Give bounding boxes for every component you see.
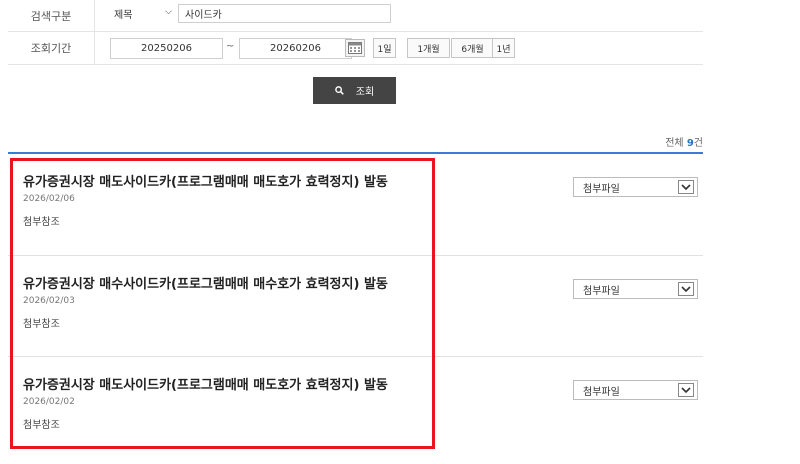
calendar-button[interactable] <box>345 39 365 57</box>
list-item: 유가증권시장 매수사이드카(프로그램매매 매수호가 효력정지) 발동 2026/… <box>8 256 703 357</box>
search-button[interactable]: 조회 <box>313 77 396 104</box>
attachment-select[interactable]: 첨부파일 <box>573 177 698 197</box>
period-1month-button[interactable]: 1개월 <box>407 38 450 58</box>
chevron-down-icon: ⌵ <box>165 7 172 17</box>
search-icon <box>334 86 344 95</box>
item-note: 첨부참조 <box>23 319 60 330</box>
period-1year-button[interactable]: 1년 <box>492 38 515 58</box>
item-title[interactable]: 유가증권시장 매도사이드카(프로그램매매 매도호가 효력정지) 발동 <box>23 171 388 190</box>
search-field-value: 제목 <box>114 10 133 21</box>
total-count: 전체 9건 <box>665 134 703 149</box>
attachment-label: 첨부파일 <box>583 386 620 398</box>
search-type-row: 검색구분 제목 ⌵ 사이드카 <box>8 0 703 32</box>
list-item: 유가증권시장 매도사이드카(프로그램매매 매도호가 효력정지) 발동 2026/… <box>8 357 703 453</box>
search-type-label: 검색구분 <box>8 0 95 31</box>
date-separator: ~ <box>226 41 235 52</box>
item-date: 2026/02/06 <box>23 194 75 204</box>
chevron-down-icon <box>678 383 694 397</box>
item-note: 첨부참조 <box>23 217 60 228</box>
list-item: 유가증권시장 매도사이드카(프로그램매매 매도호가 효력정지) 발동 2026/… <box>8 154 703 256</box>
item-date: 2026/02/02 <box>23 397 75 407</box>
attachment-label: 첨부파일 <box>583 285 620 297</box>
period-1day-button[interactable]: 1일 <box>373 38 396 58</box>
total-suffix: 건 <box>693 138 703 149</box>
attachment-select[interactable]: 첨부파일 <box>573 279 698 299</box>
date-from-input[interactable]: 20250206 <box>110 38 223 59</box>
item-title[interactable]: 유가증권시장 매도사이드카(프로그램매매 매도호가 효력정지) 발동 <box>23 374 388 393</box>
item-note: 첨부참조 <box>23 420 60 431</box>
date-to-input[interactable]: 20260206 <box>239 38 352 59</box>
attachment-label: 첨부파일 <box>583 183 620 195</box>
item-date: 2026/02/03 <box>23 296 75 306</box>
chevron-down-icon <box>678 282 694 296</box>
item-title[interactable]: 유가증권시장 매수사이드카(프로그램매매 매수호가 효력정지) 발동 <box>23 273 388 292</box>
calendar-icon <box>348 42 362 54</box>
search-keyword-input[interactable]: 사이드카 <box>178 4 391 23</box>
search-field-select[interactable]: 제목 ⌵ <box>108 4 176 23</box>
chevron-down-icon <box>678 180 694 194</box>
search-button-label: 조회 <box>355 87 375 98</box>
period-6month-button[interactable]: 6개월 <box>451 38 494 58</box>
period-label: 조회기간 <box>8 32 95 64</box>
total-prefix: 전체 <box>665 138 687 149</box>
total-number: 9 <box>686 138 694 149</box>
attachment-select[interactable]: 첨부파일 <box>573 380 698 400</box>
